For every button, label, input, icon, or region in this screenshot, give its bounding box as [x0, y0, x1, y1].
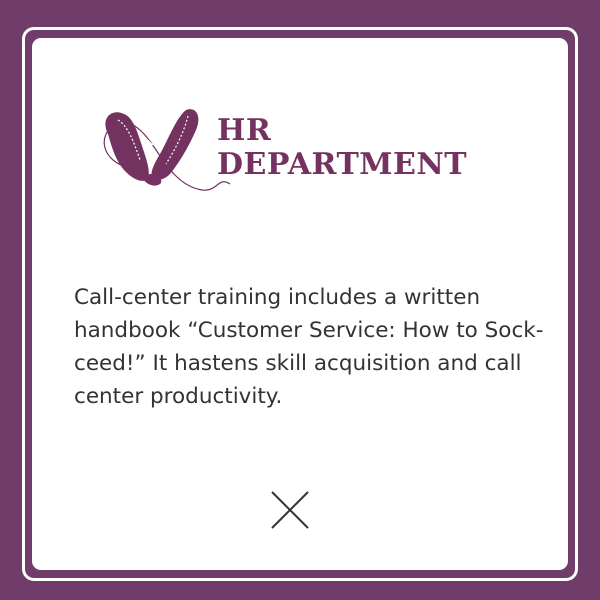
close-button[interactable]: [266, 486, 314, 534]
title-line-department: DEPARTMENT: [217, 147, 468, 182]
close-icon: [271, 491, 309, 529]
message-text: Call-center training includes a written …: [74, 285, 544, 409]
title-line-hr: HR: [217, 113, 272, 148]
department-title: HR DEPARTMENT: [217, 114, 467, 182]
